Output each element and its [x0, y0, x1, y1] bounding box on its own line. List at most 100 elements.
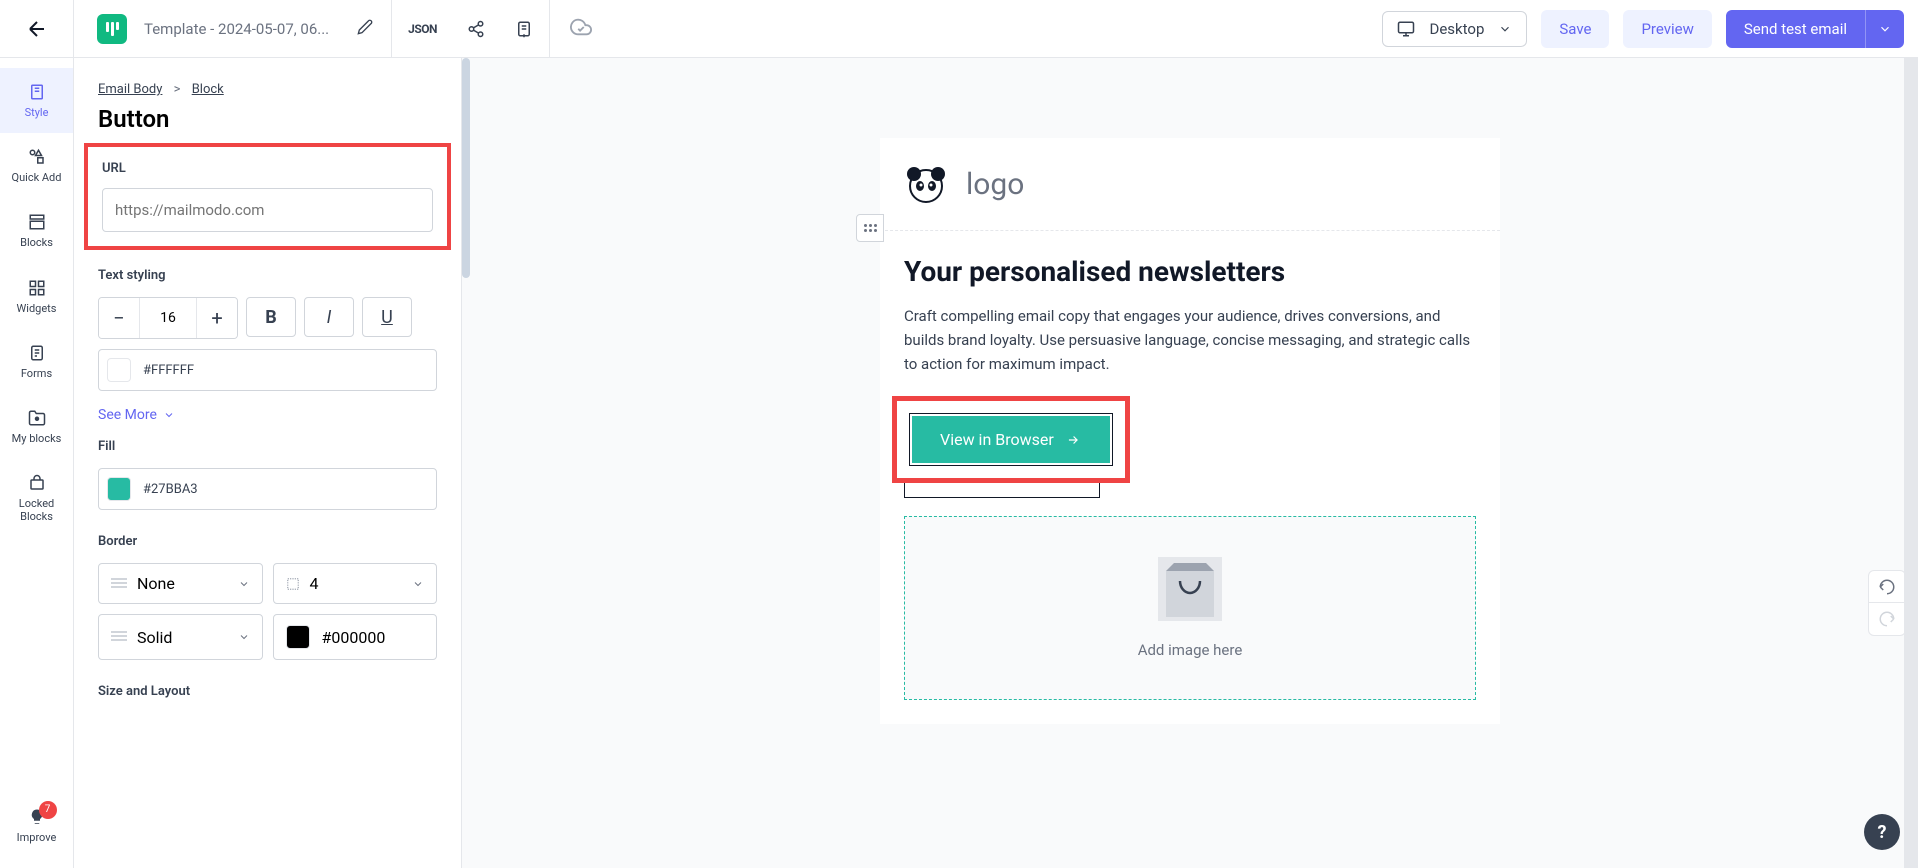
breadcrumb-email-body[interactable]: Email Body — [98, 82, 162, 97]
border-lines-icon — [111, 578, 127, 590]
font-size-value[interactable]: 16 — [139, 298, 197, 338]
breadcrumb-block[interactable]: Block — [192, 82, 224, 97]
url-input[interactable] — [102, 188, 433, 232]
text-styling-label: Text styling — [98, 268, 437, 283]
left-nav: Style Quick Add Blocks Widgets Forms My … — [0, 58, 74, 868]
help-button[interactable]: ? — [1864, 814, 1900, 850]
nav-improve[interactable]: Improve — [0, 793, 73, 858]
nav-style[interactable]: Style — [0, 68, 73, 133]
shopping-bag-icon — [1158, 557, 1222, 621]
nav-blocks[interactable]: Blocks — [0, 198, 73, 263]
panel-title: Button — [98, 105, 437, 133]
top-left-group: Template - 2024-05-07, 06... JSON — [0, 0, 612, 57]
notes-icon — [515, 20, 533, 38]
chevron-down-icon — [238, 578, 250, 590]
bold-button[interactable]: B — [246, 297, 296, 337]
font-size-stepper: − 16 + — [98, 297, 238, 339]
logo-placeholder-text: logo — [966, 167, 1024, 202]
nav-quick-add[interactable]: Quick Add — [0, 133, 73, 198]
email-preview: logo Your personalised newsletters Craft… — [880, 138, 1500, 724]
text-color-swatch — [107, 358, 131, 382]
send-test-button[interactable]: Send test email — [1726, 10, 1865, 48]
nav-locked-blocks[interactable]: Locked Blocks — [0, 459, 73, 537]
undo-redo-panel — [1868, 570, 1906, 636]
email-body-block: Your personalised newsletters Craft comp… — [880, 231, 1500, 724]
see-more-button[interactable]: See More — [98, 407, 437, 423]
url-label: URL — [102, 161, 433, 176]
send-options-button[interactable] — [1865, 10, 1904, 48]
style-icon — [28, 83, 46, 101]
url-section-highlight: URL — [84, 143, 451, 250]
toolbar-group: JSON — [391, 0, 550, 57]
border-radius-dropdown[interactable]: 4 — [273, 563, 438, 604]
fill-label: Fill — [98, 439, 437, 454]
viewport-dropdown[interactable]: Desktop — [1382, 11, 1527, 47]
size-layout-label: Size and Layout — [98, 684, 437, 699]
lock-icon — [28, 474, 46, 492]
nav-my-blocks[interactable]: My blocks — [0, 394, 73, 459]
view-in-browser-button[interactable]: View in Browser — [912, 416, 1110, 463]
email-body-text[interactable]: Craft compelling email copy that engages… — [904, 304, 1476, 376]
blocks-icon — [28, 213, 46, 231]
nav-widgets[interactable]: Widgets — [0, 264, 73, 329]
shapes-icon — [28, 148, 46, 166]
text-color-input[interactable]: #FFFFFF — [98, 349, 437, 391]
back-button[interactable] — [0, 0, 74, 57]
top-right-group: Desktop Save Preview Send test email — [1382, 10, 1918, 48]
border-line-style-dropdown[interactable]: Solid — [98, 614, 263, 660]
panel-scrollbar[interactable] — [462, 58, 470, 278]
radius-icon — [286, 577, 300, 591]
image-placeholder-block[interactable]: Add image here — [904, 516, 1476, 700]
lightbulb-icon — [28, 808, 46, 826]
chevron-down-icon — [1878, 22, 1892, 36]
app-logo — [74, 14, 134, 44]
border-lines-icon — [111, 631, 127, 643]
undo-button[interactable] — [1869, 571, 1905, 603]
border-label: Border — [98, 534, 437, 549]
increase-font-button[interactable]: + — [197, 298, 237, 338]
nav-forms[interactable]: Forms — [0, 329, 73, 394]
redo-icon — [1878, 610, 1896, 628]
border-color-input[interactable]: #000000 — [273, 614, 438, 660]
breadcrumb: Email Body > Block — [98, 82, 437, 97]
pencil-icon — [357, 19, 373, 35]
template-name: Template - 2024-05-07, 06... — [134, 20, 339, 38]
button-highlight-box: View in Browser — [892, 396, 1130, 483]
email-headline[interactable]: Your personalised newsletters — [904, 255, 1476, 288]
redo-button[interactable] — [1869, 603, 1905, 635]
cloud-check-icon — [570, 16, 592, 38]
sync-status — [550, 16, 612, 42]
chevron-down-icon — [238, 631, 250, 643]
widgets-icon — [28, 279, 46, 297]
page-scrollbar[interactable] — [1904, 58, 1918, 868]
undo-icon — [1878, 578, 1896, 596]
chevron-down-icon — [412, 578, 424, 590]
forms-icon — [28, 344, 46, 362]
underline-button[interactable]: U — [362, 297, 412, 337]
desktop-icon — [1397, 20, 1415, 38]
json-button[interactable]: JSON — [402, 16, 443, 42]
edit-name-button[interactable] — [339, 19, 391, 39]
block-drag-handle[interactable] — [856, 214, 884, 242]
panda-logo-icon — [904, 162, 948, 206]
preview-button[interactable]: Preview — [1623, 10, 1711, 48]
decrease-font-button[interactable]: − — [99, 298, 139, 338]
share-button[interactable] — [461, 14, 491, 44]
share-icon — [467, 20, 485, 38]
folder-icon — [28, 409, 46, 427]
button-selection-outline: View in Browser — [909, 413, 1113, 466]
border-style-dropdown[interactable]: None — [98, 563, 263, 604]
fill-color-input[interactable]: #27BBA3 — [98, 468, 437, 510]
email-logo-block[interactable]: logo — [880, 138, 1500, 231]
canvas-area[interactable]: logo Your personalised newsletters Craft… — [462, 58, 1918, 868]
save-button[interactable]: Save — [1541, 10, 1609, 48]
notes-button[interactable] — [509, 14, 539, 44]
top-bar: Template - 2024-05-07, 06... JSON Deskto… — [0, 0, 1918, 58]
chevron-down-icon — [1498, 22, 1512, 36]
chevron-down-icon — [163, 409, 175, 421]
arrow-right-icon — [1064, 433, 1082, 447]
italic-button[interactable]: I — [304, 297, 354, 337]
properties-panel: Email Body > Block Button URL Text styli… — [74, 58, 462, 868]
fill-color-swatch — [107, 477, 131, 501]
add-image-label: Add image here — [1138, 641, 1243, 659]
